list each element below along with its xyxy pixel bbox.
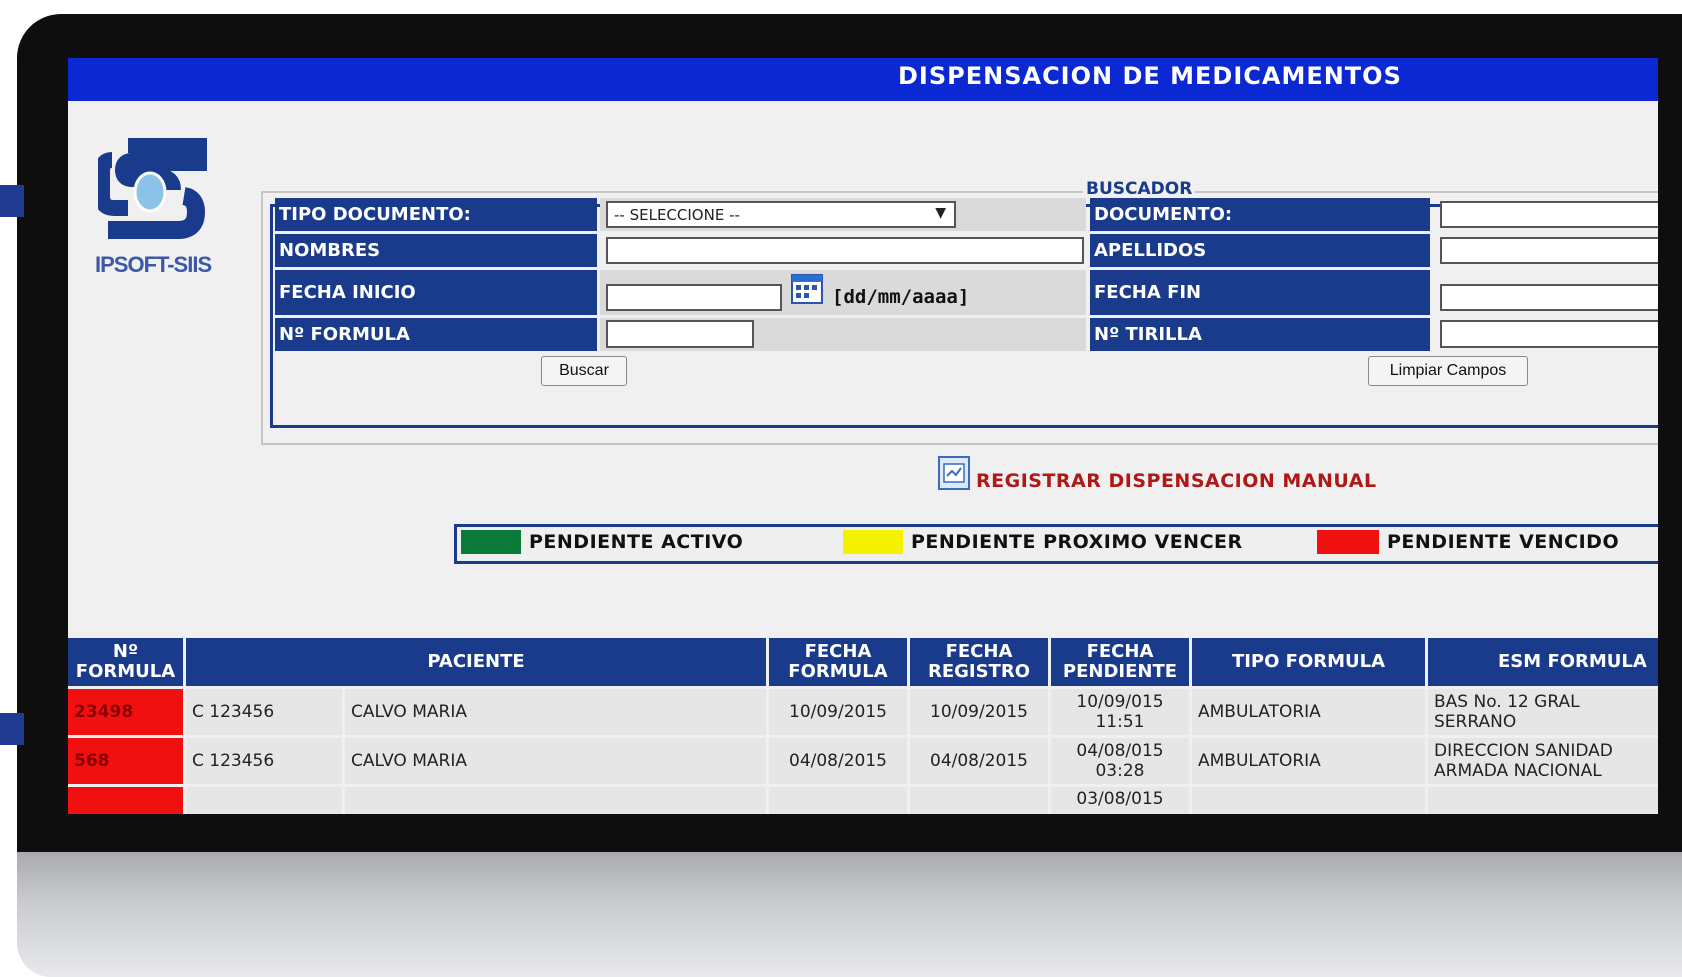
nombres-label: NOMBRES	[275, 234, 597, 267]
status-swatch-activo	[461, 530, 521, 554]
nombres-input[interactable]	[606, 237, 1084, 264]
esm-formula-cell: BAS No. 12 GRAL SERRANO	[1428, 689, 1658, 735]
apellidos-label: APELLIDOS	[1090, 234, 1430, 267]
patient-doc-cell: C 123456	[186, 689, 342, 735]
limpiar-campos-button[interactable]: Limpiar Campos	[1368, 356, 1528, 386]
header-fecha-registro: FECHA REGISTRO	[910, 638, 1048, 686]
register-document-icon[interactable]	[938, 456, 970, 490]
header-formula: Nº FORMULA	[68, 638, 183, 686]
fecha-inicio-label: FECHA INICIO	[275, 270, 597, 315]
patient-doc-cell: C 123456	[186, 738, 342, 784]
header-esm-formula: ESM FORMULA	[1428, 638, 1658, 686]
header-fecha-formula: FECHA FORMULA	[769, 638, 907, 686]
header-tipo-formula: TIPO FORMULA	[1192, 638, 1425, 686]
tipo-formula-cell: AMBULATORIA	[1192, 738, 1425, 784]
formula-input[interactable]	[606, 320, 754, 348]
fecha-pendiente-cell: 10/09/015 11:51	[1051, 689, 1189, 735]
calendar-icon[interactable]	[790, 271, 824, 305]
tipo-documento-label: TIPO DOCUMENTO:	[275, 198, 597, 231]
status-label-vencido: PENDIENTE VENCIDO	[1387, 531, 1620, 553]
fecha-fin-label: FECHA FIN	[1090, 270, 1430, 315]
tipo-documento-value: -- SELECCIONE --	[614, 205, 740, 224]
status-swatch-vencido	[1317, 530, 1379, 554]
date-format-hint: [dd/mm/aaaa]	[832, 286, 970, 308]
fecha-inicio-input[interactable]	[606, 284, 782, 311]
status-legend: PENDIENTE ACTIVO PENDIENTE PROXIMO VENCE…	[454, 524, 1658, 564]
esm-formula-cell	[1428, 787, 1658, 814]
formula-cell[interactable]	[68, 787, 183, 814]
header-fecha-pendiente: FECHA PENDIENTE	[1051, 638, 1189, 686]
formula-cell[interactable]: 23498	[68, 689, 183, 735]
title-bar: DISPENSACION DE MEDICAMENTOS	[68, 58, 1658, 101]
formula-label: Nº FORMULA	[275, 318, 597, 351]
tirilla-label: Nº TIRILLA	[1090, 318, 1430, 351]
ipsoft-logo-icon	[98, 138, 207, 239]
buscar-button[interactable]: Buscar	[541, 356, 627, 386]
tipo-formula-cell: AMBULATORIA	[1192, 689, 1425, 735]
fecha-formula-cell	[769, 787, 907, 814]
apellidos-input[interactable]	[1440, 237, 1658, 264]
fecha-pendiente-cell: 04/08/015 03:28	[1051, 738, 1189, 784]
status-swatch-proximo	[843, 530, 903, 554]
formula-cell[interactable]: 568	[68, 738, 183, 784]
documento-input[interactable]	[1440, 201, 1658, 228]
fecha-registro-cell: 04/08/2015	[910, 738, 1048, 784]
fecha-registro-cell	[910, 787, 1048, 814]
patient-doc-cell	[186, 787, 342, 814]
tirilla-input[interactable]	[1440, 320, 1658, 348]
fecha-registro-cell: 10/09/2015	[910, 689, 1048, 735]
app-screen: DISPENSACION DE MEDICAMENTOS IPSOFT-SIIS…	[68, 58, 1658, 814]
documento-label: DOCUMENTO:	[1090, 198, 1430, 231]
patient-name-cell: CALVO MARIA	[345, 738, 766, 784]
status-label-activo: PENDIENTE ACTIVO	[529, 531, 744, 553]
left-accent-tab	[0, 713, 24, 745]
logo-text: IPSOFT-SIIS	[95, 252, 212, 277]
fecha-formula-cell: 10/09/2015	[769, 689, 907, 735]
fecha-fin-input[interactable]	[1440, 284, 1658, 311]
patient-name-cell	[345, 787, 766, 814]
chevron-down-icon: ▼	[935, 205, 946, 221]
left-accent-tab	[0, 185, 24, 217]
fecha-pendiente-cell: 03/08/015	[1051, 787, 1189, 814]
fecha-formula-cell: 04/08/2015	[769, 738, 907, 784]
buscador-legend: BUSCADOR	[1083, 179, 1196, 199]
header-paciente: PACIENTE	[186, 638, 766, 686]
window-title: DISPENSACION DE MEDICAMENTOS	[898, 62, 1402, 90]
monitor-chin	[17, 852, 1682, 977]
status-label-proximo: PENDIENTE PROXIMO VENCER	[911, 531, 1243, 553]
patient-name-cell: CALVO MARIA	[345, 689, 766, 735]
tipo-documento-select[interactable]: -- SELECCIONE -- ▼	[606, 201, 956, 228]
registrar-dispensacion-link[interactable]: REGISTRAR DISPENSACION MANUAL	[976, 470, 1377, 492]
tipo-formula-cell	[1192, 787, 1425, 814]
esm-formula-cell: DIRECCION SANIDAD ARMADA NACIONAL	[1428, 738, 1658, 784]
